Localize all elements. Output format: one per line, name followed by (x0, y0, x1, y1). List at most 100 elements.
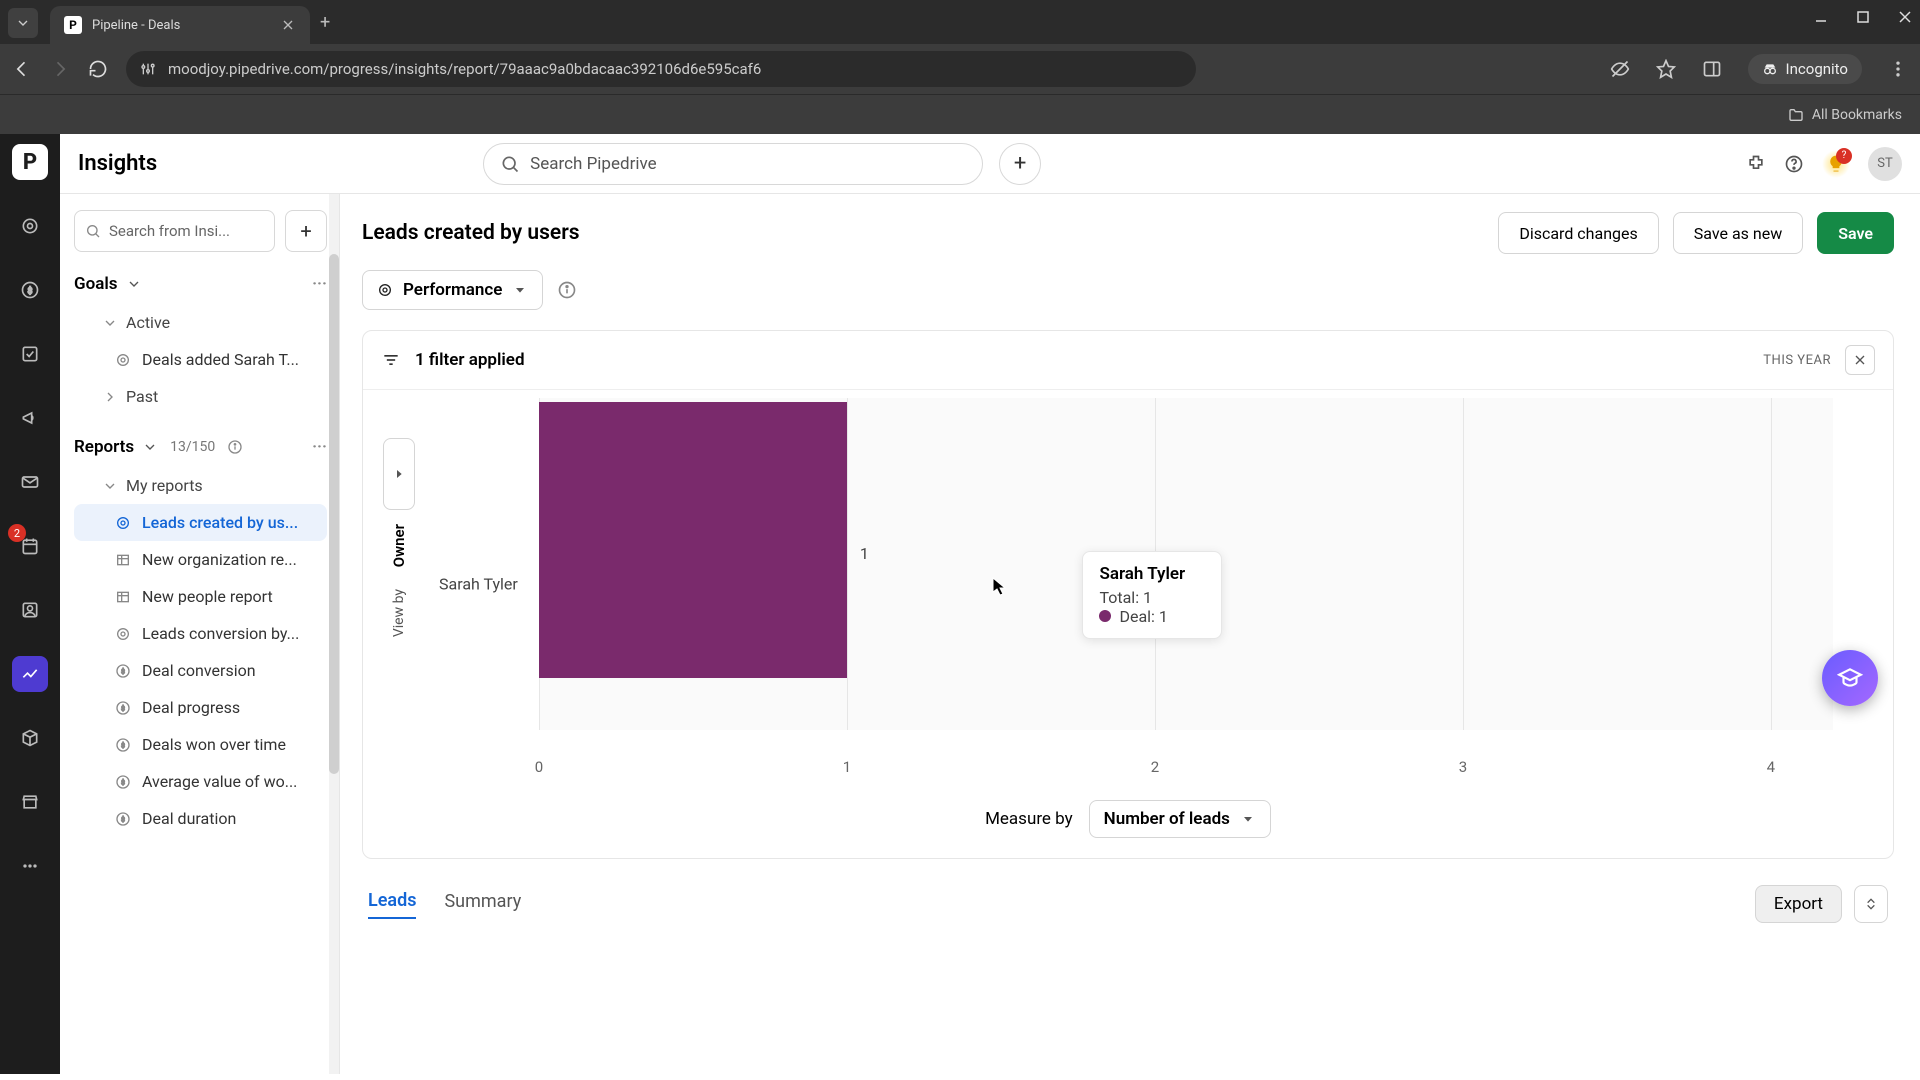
reports-section-header[interactable]: Reports 13/150 ··· (74, 437, 327, 457)
svg-text:$: $ (121, 667, 125, 675)
global-search-placeholder: Search Pipedrive (530, 154, 656, 174)
back-icon[interactable] (12, 59, 36, 79)
browser-tab-active[interactable]: P Pipeline - Deals (50, 6, 310, 44)
eye-off-icon[interactable] (1610, 59, 1630, 79)
goal-item-label: Deals added Sarah T... (142, 350, 299, 369)
report-item[interactable]: New people report (74, 578, 327, 615)
save-button[interactable]: Save (1817, 212, 1894, 254)
quick-add-button[interactable]: + (999, 143, 1041, 185)
add-insight-button[interactable]: + (285, 210, 327, 252)
rail-more-icon[interactable] (12, 848, 48, 884)
chart-canvas[interactable]: Sarah Tyler 1 (439, 398, 1833, 770)
dollar-icon: $ (114, 774, 132, 790)
measure-by-label: Measure by (985, 809, 1073, 829)
window-close-icon[interactable] (1898, 10, 1912, 24)
rail-contacts-icon[interactable] (12, 592, 48, 628)
svg-text:$: $ (28, 285, 33, 296)
reports-more-icon[interactable]: ··· (312, 437, 327, 457)
filter-applied-label[interactable]: 1 filter applied (415, 350, 525, 370)
tab-leads[interactable]: Leads (368, 890, 416, 919)
info-icon[interactable] (557, 280, 577, 300)
new-tab-button[interactable]: + (320, 12, 330, 33)
url-bar[interactable]: moodjoy.pipedrive.com/progress/insights/… (126, 51, 1196, 87)
tab-summary[interactable]: Summary (444, 891, 521, 918)
scrollbar-thumb[interactable] (329, 254, 339, 774)
export-button[interactable]: Export (1755, 885, 1842, 923)
chevron-down-icon (142, 439, 158, 455)
side-panel-icon[interactable] (1702, 59, 1722, 79)
rail-focus-icon[interactable] (12, 208, 48, 244)
goals-past-folder[interactable]: Past (74, 378, 327, 415)
chevron-down-icon (102, 478, 116, 494)
kebab-menu-icon[interactable] (1888, 59, 1908, 79)
site-settings-icon[interactable] (140, 61, 156, 77)
goals-section-header[interactable]: Goals ··· (74, 274, 327, 294)
chart-tooltip: Sarah Tyler Total: 1 Deal: 1 (1082, 551, 1222, 639)
rail-campaigns-icon[interactable] (12, 400, 48, 436)
collapse-table-button[interactable] (1854, 885, 1888, 923)
global-search-input[interactable]: Search Pipedrive (483, 143, 983, 185)
chevron-down-icon (126, 276, 142, 292)
rail-activities-icon[interactable]: 2 (12, 528, 48, 564)
filter-icon[interactable] (381, 350, 401, 370)
report-item[interactable]: New organization re... (74, 541, 327, 578)
window-maximize-icon[interactable] (1856, 10, 1870, 24)
info-icon[interactable] (227, 439, 243, 455)
tab-close-icon[interactable] (280, 17, 296, 33)
page-title: Insights (78, 151, 157, 176)
measure-by-selector[interactable]: Number of leads (1089, 800, 1271, 838)
viewby-expand-handle[interactable] (383, 438, 415, 510)
all-bookmarks-label[interactable]: All Bookmarks (1812, 107, 1902, 123)
table-icon (114, 589, 132, 605)
pipedrive-logo-icon[interactable]: P (12, 144, 48, 180)
report-item-leads-created[interactable]: Leads created by us... (74, 504, 327, 541)
rail-mail-icon[interactable] (12, 464, 48, 500)
incognito-chip[interactable]: Incognito (1748, 54, 1862, 84)
goal-item[interactable]: Deals added Sarah T... (74, 341, 327, 378)
chart-bar-deal[interactable] (539, 402, 847, 678)
report-item[interactable]: $Deal duration (74, 800, 327, 837)
target-icon (114, 352, 132, 368)
dollar-icon: $ (114, 700, 132, 716)
graduation-cap-icon (1837, 665, 1863, 691)
help-icon[interactable] (1784, 154, 1804, 174)
star-icon[interactable] (1656, 59, 1676, 79)
save-as-new-button[interactable]: Save as new (1673, 212, 1803, 254)
active-label: Active (126, 313, 170, 332)
extensions-icon[interactable] (1746, 154, 1766, 174)
past-label: Past (126, 387, 158, 406)
window-minimize-icon[interactable] (1814, 10, 1828, 24)
goals-more-icon[interactable]: ··· (312, 274, 327, 294)
rail-deals-icon[interactable]: $ (12, 272, 48, 308)
tooltip-total: Total: 1 (1099, 588, 1205, 607)
knowledge-base-fab[interactable] (1822, 650, 1878, 706)
bookmarks-folder-icon[interactable] (1788, 107, 1804, 123)
report-type-selector[interactable]: Performance (362, 270, 543, 310)
filter-close-button[interactable] (1845, 345, 1875, 375)
discard-changes-button[interactable]: Discard changes (1498, 212, 1658, 254)
report-item[interactable]: Leads conversion by... (74, 615, 327, 652)
report-item[interactable]: $Deal progress (74, 689, 327, 726)
viewby-owner-label: Owner (390, 524, 408, 567)
topbar: Insights Search Pipedrive + ? ST (60, 134, 1920, 194)
rail-projects-icon[interactable] (12, 336, 48, 372)
report-item[interactable]: $Average value of wo... (74, 763, 327, 800)
y-axis-category-label: Sarah Tyler (439, 575, 518, 594)
app-rail: P $ 2 (0, 134, 60, 1074)
rail-products-icon[interactable] (12, 720, 48, 756)
goals-active-folder[interactable]: Active (74, 304, 327, 341)
viewby-label: View by (391, 589, 407, 637)
browser-app-menu[interactable] (8, 8, 38, 38)
report-item[interactable]: $Deal conversion (74, 652, 327, 689)
caret-down-icon (1240, 811, 1256, 827)
rail-insights-icon[interactable] (12, 656, 48, 692)
my-reports-folder[interactable]: My reports (74, 467, 327, 504)
report-item[interactable]: $Deals won over time (74, 726, 327, 763)
target-icon (114, 626, 132, 642)
user-avatar[interactable]: ST (1868, 147, 1902, 181)
sales-assistant-icon[interactable]: ? (1822, 150, 1850, 178)
reload-icon[interactable] (88, 59, 112, 79)
tooltip-series: Deal: 1 (1119, 607, 1167, 626)
insights-search-input[interactable]: Search from Insi... (74, 210, 275, 252)
rail-marketplace-icon[interactable] (12, 784, 48, 820)
